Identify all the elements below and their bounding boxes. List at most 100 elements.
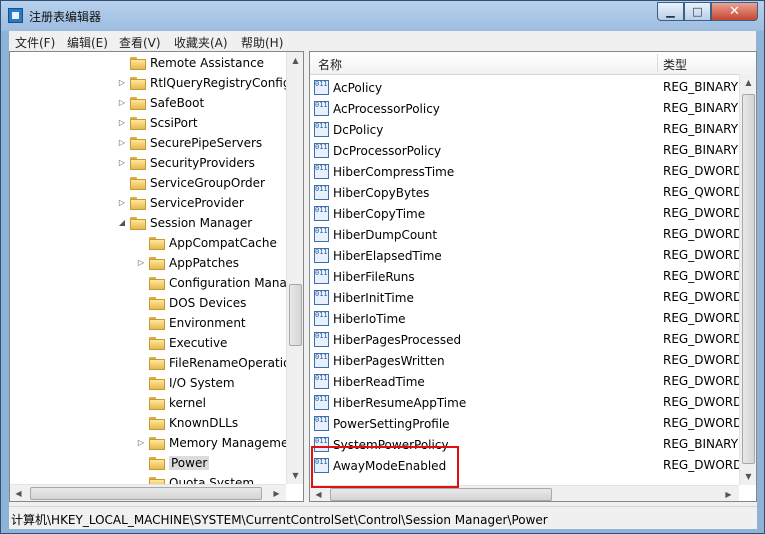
title-bar[interactable]: 注册表编辑器 ▁ □ ✕ bbox=[1, 1, 764, 31]
list-item[interactable]: 011 110 HiberPagesProcessed bbox=[314, 329, 461, 350]
expand-arrow-icon[interactable]: ▷ bbox=[116, 77, 128, 89]
value-name: HiberIoTime bbox=[333, 311, 406, 326]
content-frame: Remote Assistance ▷ RtlQueryRegistryConfig… bbox=[9, 51, 757, 506]
expand-arrow-icon[interactable]: ◢ bbox=[116, 217, 128, 229]
tree-item[interactable]: DOS Devices bbox=[135, 293, 246, 313]
list-item[interactable]: 011 110 AcProcessorPolicy bbox=[314, 98, 440, 119]
tree-item[interactable]: Remote Assistance bbox=[116, 53, 264, 73]
tree-item[interactable]: KnownDLLs bbox=[135, 413, 238, 433]
tree-item[interactable]: ▷ Memory Manageme bbox=[135, 433, 288, 453]
tree-item[interactable]: I/O System bbox=[135, 373, 235, 393]
tree-item-label: FileRenameOperatio bbox=[169, 356, 291, 370]
registry-value-icon: 011 110 bbox=[314, 290, 329, 305]
tree-item[interactable]: Executive bbox=[135, 333, 227, 353]
list-item[interactable]: 011 110 HiberCompressTime bbox=[314, 161, 454, 182]
value-name: HiberDumpCount bbox=[333, 227, 438, 242]
value-name: HiberResumeAppTime bbox=[333, 395, 467, 410]
minimize-button[interactable]: ▁ bbox=[657, 2, 684, 21]
tree-item[interactable]: ◢ Session Manager bbox=[116, 213, 252, 233]
column-divider[interactable] bbox=[657, 54, 658, 72]
tree-item[interactable]: Power bbox=[135, 453, 210, 473]
registry-value-icon: 011 110 bbox=[314, 269, 329, 284]
scroll-down-arrow-icon[interactable]: ▼ bbox=[740, 468, 756, 485]
scroll-up-arrow-icon[interactable]: ▲ bbox=[287, 52, 303, 69]
list-item[interactable]: 011 110 HiberFileRuns bbox=[314, 266, 415, 287]
list-item[interactable]: 011 110 HiberPagesWritten bbox=[314, 350, 445, 371]
list-vertical-scroll-thumb[interactable] bbox=[742, 94, 755, 464]
tree-item[interactable]: ▷ RtlQueryRegistryConfig bbox=[116, 73, 291, 93]
tree-item-label: Memory Manageme bbox=[169, 436, 289, 450]
scroll-up-arrow-icon[interactable]: ▲ bbox=[740, 74, 756, 91]
tree-horizontal-scrollbar[interactable]: ◀ ▶ bbox=[10, 484, 286, 501]
folder-icon bbox=[130, 76, 146, 90]
maximize-button[interactable]: □ bbox=[684, 2, 711, 21]
expand-arrow-icon[interactable]: ▷ bbox=[116, 117, 128, 129]
expand-arrow-icon[interactable]: ▷ bbox=[135, 257, 147, 269]
value-type: REG_DWORD bbox=[663, 227, 743, 241]
column-header-name[interactable]: 名称 bbox=[318, 56, 342, 73]
tree-item-label: I/O System bbox=[169, 376, 235, 390]
tree-item[interactable]: ▷ AppPatches bbox=[135, 253, 239, 273]
list-item[interactable]: 011 110 HiberReadTime bbox=[314, 371, 425, 392]
list-item[interactable]: 011 110 HiberResumeAppTime bbox=[314, 392, 466, 413]
menu-help[interactable]: 帮助(H) bbox=[241, 34, 283, 51]
value-name: HiberCompressTime bbox=[333, 164, 455, 179]
registry-value-icon: 011 110 bbox=[314, 353, 329, 368]
expand-arrow-icon[interactable]: ▷ bbox=[116, 137, 128, 149]
list-item[interactable]: 011 110 AcPolicy bbox=[314, 77, 382, 98]
tree-item[interactable]: ▷ ServiceProvider bbox=[116, 193, 244, 213]
list-item[interactable]: 011 110 HiberCopyTime bbox=[314, 203, 425, 224]
list-item[interactable]: 011 110 HiberDumpCount bbox=[314, 224, 437, 245]
list-item[interactable]: 011 110 HiberIoTime bbox=[314, 308, 406, 329]
values-list[interactable]: 名称 类型 011 110 AcPolicy REG_BINARY 011 110 Ac… bbox=[309, 51, 757, 502]
value-type: REG_DWORD bbox=[663, 416, 743, 430]
tree-item[interactable]: FileRenameOperatio bbox=[135, 353, 290, 373]
tree-item[interactable]: AppCompatCache bbox=[135, 233, 277, 253]
list-item[interactable]: 011 110 HiberCopyBytes bbox=[314, 182, 429, 203]
tree-item[interactable]: Environment bbox=[135, 313, 246, 333]
expand-arrow-icon[interactable]: ▷ bbox=[116, 157, 128, 169]
list-item[interactable]: 011 110 HiberInitTime bbox=[314, 287, 414, 308]
menu-file[interactable]: 文件(F) bbox=[15, 34, 55, 51]
menu-view[interactable]: 查看(V) bbox=[119, 34, 161, 51]
tree-item[interactable]: ServiceGroupOrder bbox=[116, 173, 265, 193]
tree-item-label: Executive bbox=[169, 336, 228, 350]
menu-edit[interactable]: 编辑(E) bbox=[67, 34, 108, 51]
list-vertical-scrollbar[interactable]: ▲ ▼ bbox=[739, 74, 756, 485]
list-item[interactable]: 011 110 DcPolicy bbox=[314, 119, 383, 140]
tree-item[interactable]: ▷ SecurePipeServers bbox=[116, 133, 262, 153]
tree-item[interactable]: ▷ SafeBoot bbox=[116, 93, 204, 113]
tree-item[interactable]: ▷ ScsiPort bbox=[116, 113, 198, 133]
column-header-type[interactable]: 类型 bbox=[663, 56, 687, 73]
tree-horizontal-scroll-thumb[interactable] bbox=[30, 487, 262, 500]
registry-value-icon: 011 110 bbox=[314, 143, 329, 158]
expand-arrow-icon[interactable]: ▷ bbox=[135, 437, 147, 449]
close-button[interactable]: ✕ bbox=[711, 2, 758, 21]
tree-vertical-scrollbar[interactable]: ▲ ▼ bbox=[286, 52, 303, 484]
registry-tree[interactable]: Remote Assistance ▷ RtlQueryRegistryConfig… bbox=[9, 51, 304, 502]
list-item[interactable]: 011 110 DcProcessorPolicy bbox=[314, 140, 441, 161]
scroll-right-arrow-icon[interactable]: ▶ bbox=[720, 486, 737, 501]
folder-icon bbox=[149, 396, 165, 410]
registry-value-icon: 011 110 bbox=[314, 80, 329, 95]
list-item[interactable]: 011 110 HiberElapsedTime bbox=[314, 245, 442, 266]
scroll-down-arrow-icon[interactable]: ▼ bbox=[287, 467, 303, 484]
tree-item[interactable]: ▷ SecurityProviders bbox=[116, 153, 255, 173]
minimize-icon: ▁ bbox=[666, 5, 675, 18]
expand-arrow-icon[interactable]: ▷ bbox=[116, 97, 128, 109]
scroll-left-arrow-icon[interactable]: ◀ bbox=[10, 485, 27, 501]
tree-item[interactable]: Configuration Mana bbox=[135, 273, 287, 293]
menu-favorites[interactable]: 收藏夹(A) bbox=[174, 34, 228, 51]
folder-icon bbox=[130, 56, 146, 70]
tree-item[interactable]: kernel bbox=[135, 393, 206, 413]
scroll-right-arrow-icon[interactable]: ▶ bbox=[268, 485, 285, 501]
value-type: REG_DWORD bbox=[663, 458, 743, 472]
tree-vertical-scroll-thumb[interactable] bbox=[289, 284, 302, 346]
list-horizontal-scroll-thumb[interactable] bbox=[330, 488, 552, 501]
scroll-left-arrow-icon[interactable]: ◀ bbox=[310, 486, 327, 501]
expand-arrow-icon[interactable]: ▷ bbox=[116, 197, 128, 209]
list-item[interactable]: 011 110 PowerSettingProfile bbox=[314, 413, 450, 434]
